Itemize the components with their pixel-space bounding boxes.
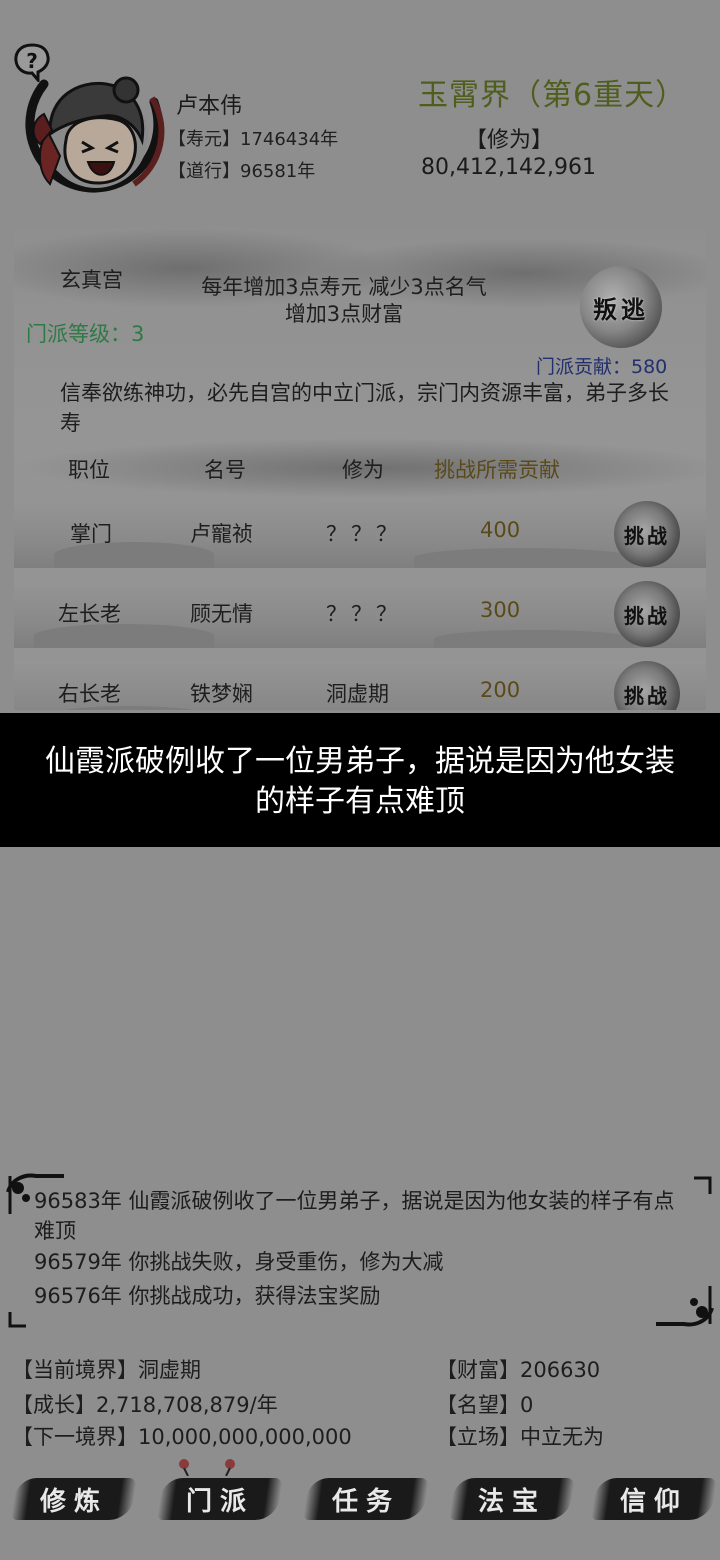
dao-text: 【道行】96581年 xyxy=(168,161,316,182)
stat-stance: 【立场】中立无为 xyxy=(436,1425,604,1449)
member-cultivation: ？？？ xyxy=(326,522,401,546)
member-position: 掌门 xyxy=(70,522,112,546)
nav-cultivate[interactable]: 修炼 xyxy=(11,1468,137,1530)
cultivation-value: 80,412,142,961 xyxy=(421,155,596,180)
nav-treasure[interactable]: 法宝 xyxy=(449,1468,575,1530)
header-position: 职位 xyxy=(68,458,110,482)
member-cost: 300 xyxy=(480,598,521,622)
header-cost: 挑战所需贡献 xyxy=(434,458,560,482)
cultivation-label: 【修为】 xyxy=(465,128,554,153)
player-name: 卢本伟 xyxy=(176,94,243,119)
event-log[interactable]: 96583年 仙霞派破例收了一位男弟子，据说是因为他女装的样子有点难顶 9657… xyxy=(6,1170,714,1330)
stat-next-realm: 【下一境界】10,000,000,000,000 xyxy=(12,1425,352,1449)
nav-faith-label: 信仰 xyxy=(619,1486,688,1517)
member-name: 卢寵祯 xyxy=(190,522,253,546)
nav-sect[interactable]: 门派 xyxy=(157,1459,283,1530)
table-header: 职位 名号 修为 挑战所需贡献 xyxy=(14,446,706,490)
sect-level: 门派等级：3 xyxy=(26,322,145,346)
challenge-label: 挑战 xyxy=(624,603,670,628)
sect-description: 信奉欲练神功，必先自宫的中立门派，宗门内资源丰富，弟子多长寿 xyxy=(60,381,669,435)
header-name: 名号 xyxy=(204,458,246,482)
table-row: 左长老 顾无情 ？？？ 300 挑战 xyxy=(14,580,706,648)
nav-sect-label: 门派 xyxy=(185,1486,254,1517)
member-name: 顾无情 xyxy=(190,602,253,626)
log-entry: 96583年 仙霞派破例收了一位男弟子，据说是因为他女装的样子有点难顶 xyxy=(34,1189,675,1243)
table-row: 右长老 铁梦娴 洞虚期 200 挑战 xyxy=(14,660,706,710)
stat-wealth: 【财富】206630 xyxy=(436,1358,601,1382)
challenge-label: 挑战 xyxy=(624,683,670,708)
sect-name: 玄真宫 xyxy=(60,268,123,292)
corner-bracket-icon xyxy=(8,1312,26,1328)
nav-faith[interactable]: 信仰 xyxy=(591,1468,717,1530)
member-position: 右长老 xyxy=(58,682,121,706)
member-cost: 400 xyxy=(480,518,521,542)
sect-effect-line1: 每年增加3点寿元 减少3点名气 xyxy=(201,275,487,299)
avatar[interactable] xyxy=(14,44,174,204)
log-entry: 96579年 你挑战失败，身受重伤，修为大减 xyxy=(34,1250,444,1274)
challenge-label: 挑战 xyxy=(624,523,670,548)
sect-effect: 每年增加3点寿元 减少3点名气 增加3点财富 xyxy=(164,274,524,328)
lifespan-text: 【寿元】1746434年 xyxy=(168,129,339,150)
nav-cultivate-label: 修炼 xyxy=(39,1486,108,1517)
log-entry: 96576年 你挑战成功，获得法宝奖励 xyxy=(34,1284,381,1308)
nav-quest-label: 任务 xyxy=(331,1486,400,1517)
table-row: 掌门 卢寵祯 ？？？ 400 挑战 xyxy=(14,500,706,568)
challenge-button[interactable]: 挑战 xyxy=(614,581,680,647)
member-position: 左长老 xyxy=(58,602,121,626)
realm-title: 玉霄界（第6重天） xyxy=(418,78,687,113)
sect-effect-line2: 增加3点财富 xyxy=(284,302,404,326)
challenge-button[interactable]: 挑战 xyxy=(614,661,680,710)
betray-button[interactable]: 叛逃 xyxy=(580,266,662,348)
member-cost: 200 xyxy=(480,678,521,702)
event-banner-text: 仙霞派破例收了一位男弟子，据说是因为他女装的样子有点难顶 xyxy=(45,744,675,819)
header-cultivation: 修为 xyxy=(342,458,384,482)
challenge-button[interactable]: 挑战 xyxy=(614,501,680,567)
blossom-icon xyxy=(179,1459,235,1476)
member-cultivation: 洞虚期 xyxy=(326,682,389,706)
sect-contribution: 门派贡献：580 xyxy=(536,356,668,378)
betray-label: 叛逃 xyxy=(593,294,649,324)
member-cultivation: ？？？ xyxy=(326,602,401,626)
stat-fame: 【名望】0 xyxy=(436,1393,534,1417)
nav-quest[interactable]: 任务 xyxy=(303,1468,429,1530)
nav-treasure-label: 法宝 xyxy=(477,1486,546,1517)
stat-realm: 【当前境界】洞虚期 xyxy=(12,1358,201,1382)
member-name: 铁梦娴 xyxy=(190,682,253,706)
sect-panel: 玄真宫 门派等级：3 每年增加3点寿元 减少3点名气 增加3点财富 叛逃 门派贡… xyxy=(14,228,706,710)
stat-growth: 【成长】2,718,708,879/年 xyxy=(12,1393,278,1417)
